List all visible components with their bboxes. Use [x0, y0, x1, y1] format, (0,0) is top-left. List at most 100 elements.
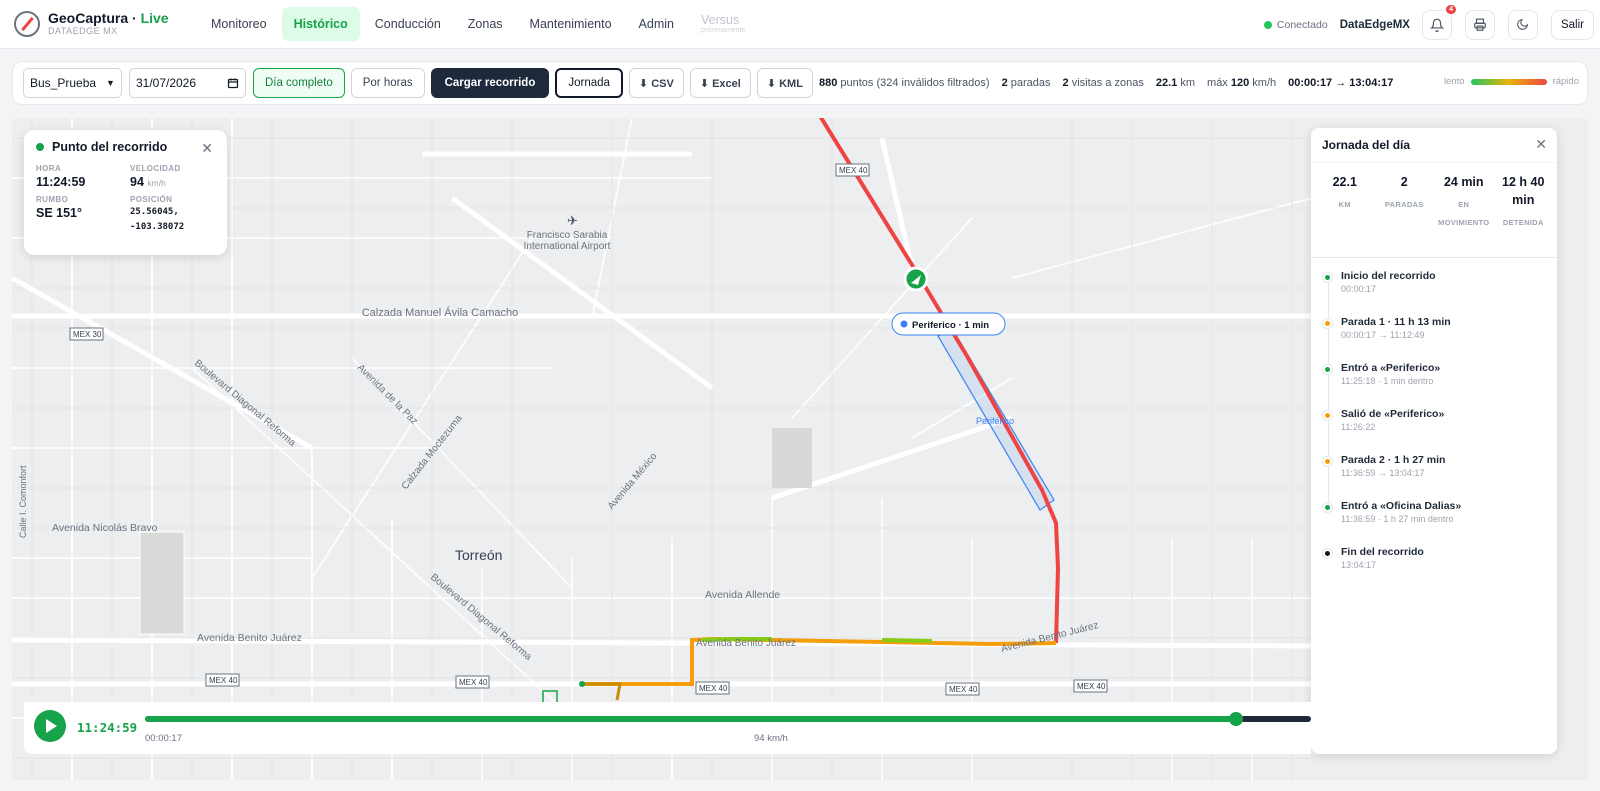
export-excel-button[interactable]: ⬇ Excel: [689, 68, 751, 98]
point-time-value: 11:24:59: [36, 175, 86, 189]
airplane-icon: ✈: [567, 213, 578, 228]
load-route-button[interactable]: Cargar recorrido: [430, 68, 550, 98]
chevron-down-icon: ▼: [106, 78, 115, 88]
timeline-event[interactable]: Inicio del recorrido 00:00:17: [1323, 270, 1557, 295]
event-dot: [1323, 273, 1332, 282]
by-hours-button[interactable]: Por horas: [350, 68, 425, 98]
time-range: 00:00:17 → 13:04:17: [1288, 77, 1394, 89]
event-time: 11:36:59 → 13:04:17: [1341, 468, 1425, 478]
event-time: 00:00:17: [1341, 284, 1377, 294]
time-range-stat: 00:00:17 → 13:04:17: [1288, 77, 1393, 89]
legend-slow: lento: [1443, 76, 1465, 87]
organization-name[interactable]: DataEdgeMX: [1340, 19, 1410, 31]
event-dot: [1323, 457, 1332, 466]
jornada-stat-moving: 24 min EN MOVIMIENTO: [1434, 173, 1494, 257]
brand-live: Live: [140, 10, 169, 26]
jornada-panel: Jornada del día ✕ 22.1 KM 2 PARADAS 24 m…: [1311, 128, 1557, 754]
nav-versus: Versus próximamente: [689, 7, 757, 41]
date-input-value: 31/07/2026: [135, 76, 197, 90]
brand-name: GeoCaptura: [48, 10, 129, 26]
distance-value: 22.1: [1155, 77, 1178, 89]
jornada-stat-label: KM: [1338, 200, 1351, 209]
nav-zonas[interactable]: Zonas: [456, 7, 515, 41]
connection-status: Conectado: [1276, 18, 1328, 31]
jornada-stat-label: EN MOVIMIENTO: [1438, 200, 1490, 227]
playback-bar: 11:24:59 00:00:17 94 km/h: [24, 702, 1311, 754]
point-time-label: HORA: [36, 164, 62, 173]
close-icon[interactable]: ✕: [201, 140, 213, 157]
event-title: Inicio del recorrido: [1341, 270, 1436, 282]
timeline-event[interactable]: Parada 2 · 1 h 27 min 11:36:59 → 13:04:17: [1323, 454, 1557, 479]
event-dot: [1323, 503, 1332, 512]
playback-slider[interactable]: [145, 712, 1311, 726]
timeline-event[interactable]: Parada 1 · 11 h 13 min 00:00:17 → 11:12:4…: [1323, 316, 1557, 341]
label-calzada-avila: Calzada Manuel Ávila Camacho: [362, 306, 519, 319]
points-stat: 880 puntos (324 inválidos filtrados): [819, 77, 990, 89]
event-dot: [1323, 319, 1332, 328]
stops-text: paradas: [1010, 77, 1051, 89]
max-speed-stat: máx 120 km/h: [1207, 77, 1276, 89]
nav-conduccion[interactable]: Conducción: [363, 7, 453, 41]
play-button[interactable]: [34, 710, 66, 742]
date-input[interactable]: 31/07/2026: [128, 68, 246, 98]
visits-stat: 2 visitas a zonas: [1063, 77, 1144, 89]
nav-versus-label: Versus: [700, 13, 740, 27]
close-icon[interactable]: ✕: [1535, 136, 1547, 153]
vehicle-select[interactable]: Bus_Prueba ▼: [23, 68, 122, 98]
logout-button[interactable]: Salir: [1550, 9, 1594, 40]
nav-mantenimiento[interactable]: Mantenimiento: [518, 7, 624, 41]
jornada-stat-stopped: 12 h 40 min DETENIDA: [1494, 173, 1554, 257]
jornada-stat-label: PARADAS: [1384, 200, 1424, 209]
label-periferico-zone: Periférico: [976, 416, 1014, 426]
points-text: puntos (324 inválidos filtrados): [840, 77, 990, 89]
distance-stat: 22.1 km: [1156, 77, 1195, 89]
point-heading-label: RUMBO: [36, 195, 69, 204]
dark-mode-button[interactable]: [1507, 9, 1538, 40]
playback-slider-handle[interactable]: [1229, 712, 1244, 726]
print-button[interactable]: [1464, 9, 1495, 40]
timeline-event[interactable]: Fin del recorrido 13:04:17: [1323, 546, 1557, 571]
stops-count: 2: [1001, 77, 1008, 89]
stops-stat: 2 paradas: [1002, 77, 1051, 89]
shield-mex40-b: MEX 40: [209, 676, 238, 685]
route-start-marker[interactable]: [579, 681, 585, 687]
nav-historico[interactable]: Histórico: [281, 7, 360, 41]
jornada-stat-stops: 2 PARADAS: [1375, 173, 1435, 257]
point-latitude: 25.56045,: [130, 207, 179, 217]
point-position-label: POSICIÓN: [130, 195, 173, 204]
connection-status-dot: [1263, 20, 1272, 29]
route-point-card: Punto del recorrido ✕ HORA 11:24:59 VELO…: [24, 130, 227, 255]
event-time: 11:25:18 · 1 min dentro: [1341, 376, 1434, 386]
timeline-event[interactable]: Salió de «Periferico» 11:26:22: [1323, 408, 1557, 433]
event-title: Salió de «Periferico»: [1341, 408, 1445, 420]
zone-tooltip[interactable]: Periferico · 1 min: [891, 312, 1006, 336]
timeline-event[interactable]: Entró a «Oficina Dalias» 11:36:59 · 1 h 2…: [1323, 500, 1557, 525]
nav-monitoreo[interactable]: Monitoreo: [199, 7, 279, 41]
event-time: 11:36:59 · 1 h 27 min dentro: [1341, 514, 1454, 524]
route-fast-segment[interactable]: [818, 118, 1061, 644]
park-area: [139, 531, 185, 635]
playback-speed: 94 km/h: [754, 733, 788, 744]
max-speed-value: 120: [1230, 77, 1250, 89]
speed-legend: lento rápido: [1444, 76, 1579, 87]
timeline-event[interactable]: Entró a «Periferico» 11:25:18 · 1 min den…: [1323, 362, 1557, 387]
playback-time: 11:24:59: [77, 720, 138, 735]
event-time: 00:00:17 → 11:12:49: [1341, 330, 1425, 340]
point-speed-block: VELOCIDAD 94 km/h: [130, 164, 224, 189]
jornada-stat-value: 12 h 40 min: [1502, 175, 1545, 207]
jornada-timeline: Inicio del recorrido 00:00:17 Parada 1 · …: [1311, 258, 1557, 571]
legend-fast: rápido: [1552, 76, 1579, 87]
label-nicolas-bravo: Avenida Nicolás Bravo: [52, 522, 158, 534]
event-title: Entró a «Oficina Dalias»: [1341, 500, 1462, 512]
jornada-button[interactable]: Jornada: [555, 68, 623, 98]
label-airport-2: International Airport: [524, 241, 611, 252]
park-area-2: [772, 428, 812, 488]
export-csv-button[interactable]: ⬇ CSV: [628, 68, 684, 98]
full-day-button[interactable]: Día completo: [252, 68, 345, 98]
export-kml-button[interactable]: ⬇ KML: [756, 68, 813, 98]
event-time: 13:04:17: [1341, 560, 1377, 570]
nav-admin[interactable]: Admin: [627, 7, 686, 41]
event-title: Parada 2 · 1 h 27 min: [1341, 454, 1446, 466]
brand[interactable]: GeoCaptura · Live DATAEDGE MX: [14, 11, 189, 37]
notifications-button[interactable]: 4: [1421, 4, 1456, 40]
